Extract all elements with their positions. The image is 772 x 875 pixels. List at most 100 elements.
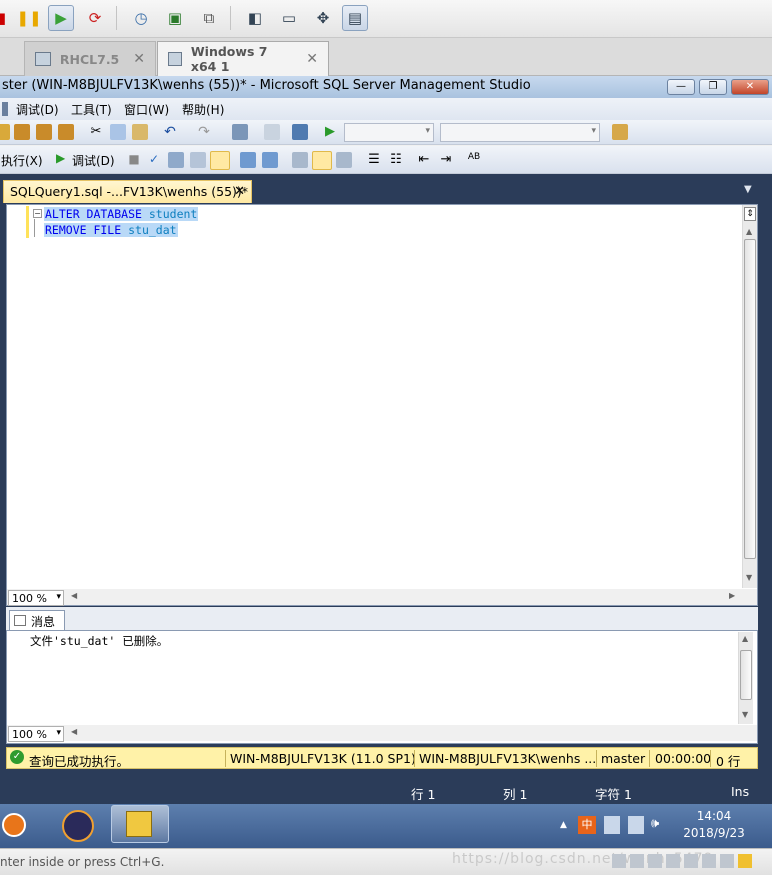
pause-icon[interactable]: ❚❚ xyxy=(16,5,42,31)
collapse-icon[interactable]: − xyxy=(33,209,42,218)
play-icon[interactable]: ▶ xyxy=(48,5,74,31)
scroll-up-icon[interactable]: ▲ xyxy=(742,634,748,643)
editor-vertical-scrollbar[interactable]: ⇕ ▲ ▼ xyxy=(742,205,757,588)
stop-icon[interactable]: ■ xyxy=(126,152,142,168)
thumbnail-icon[interactable]: ▭ xyxy=(276,5,302,31)
network-adapter-icon[interactable] xyxy=(648,854,662,868)
tab-messages[interactable]: 消息 xyxy=(9,610,65,631)
refresh-icon[interactable]: ⟳ xyxy=(82,5,108,31)
message-text: 文件'stu_dat' 已删除。 xyxy=(30,634,169,648)
menu-fragment-icon xyxy=(2,102,8,116)
close-icon[interactable]: ✕ xyxy=(133,51,145,67)
code-line-2[interactable]: REMOVE FILE stu_dat xyxy=(44,223,178,237)
scroll-right-icon[interactable]: ▶ xyxy=(729,591,735,600)
close-icon[interactable]: ✕ xyxy=(234,184,245,199)
snapshot-manager-icon[interactable]: ⧉ xyxy=(196,5,222,31)
xmla-query-icon[interactable] xyxy=(58,124,74,140)
usb-icon[interactable] xyxy=(666,854,680,868)
analysis-query-icon[interactable] xyxy=(36,124,52,140)
include-plan-icon[interactable] xyxy=(292,152,308,168)
editor-horizontal-scrollbar[interactable]: ◀ ▶ xyxy=(7,589,757,605)
power-off-icon[interactable]: ■ xyxy=(0,5,12,31)
copy-icon[interactable] xyxy=(110,124,126,140)
parse-check-icon[interactable]: ✓ xyxy=(146,152,162,168)
code-line-1[interactable]: ALTER DATABASE student xyxy=(44,207,199,221)
sound-icon[interactable] xyxy=(684,854,698,868)
action-center-icon[interactable] xyxy=(604,816,620,834)
menu-debug[interactable]: 调试(D) xyxy=(16,101,59,118)
hdd-icon[interactable] xyxy=(612,854,626,868)
sidebar-toggle-icon[interactable]: ◧ xyxy=(242,5,268,31)
network-icon[interactable] xyxy=(628,816,644,834)
results-to-grid-icon[interactable] xyxy=(210,151,230,170)
activity-monitor-icon[interactable] xyxy=(292,124,308,140)
scroll-thumb[interactable] xyxy=(740,650,752,700)
new-query-icon[interactable] xyxy=(0,124,10,140)
close-button[interactable]: ✕ xyxy=(731,79,769,95)
messages-vertical-scrollbar[interactable]: ▲ ▼ xyxy=(738,632,753,724)
message-icon[interactable] xyxy=(738,854,752,868)
identifier-text: student xyxy=(148,207,198,221)
scroll-down-icon[interactable]: ▼ xyxy=(746,573,752,582)
display-icon[interactable] xyxy=(720,854,734,868)
tab-sqlquery1[interactable]: SQLQuery1.sql -...FV13K\wenhs (55))* ✕ xyxy=(3,180,252,203)
tab-list-dropdown-icon[interactable]: ▼ xyxy=(744,184,752,195)
volume-icon[interactable]: 🕪 xyxy=(651,816,659,831)
cd-icon[interactable] xyxy=(630,854,644,868)
results-to-text-icon[interactable] xyxy=(240,152,256,168)
menu-window[interactable]: 窗口(W) xyxy=(124,101,169,118)
database-engine-query-icon[interactable] xyxy=(14,124,30,140)
undo-icon[interactable]: ↶ xyxy=(162,124,178,140)
platform-combo[interactable] xyxy=(440,123,600,142)
close-icon[interactable]: ✕ xyxy=(306,51,318,67)
client-stats-icon[interactable] xyxy=(336,152,352,168)
tab-rhcl75[interactable]: RHCL7.5 ✕ xyxy=(24,41,156,76)
results-to-file-icon[interactable] xyxy=(262,152,278,168)
fullscreen-icon[interactable]: ▤ xyxy=(342,5,368,31)
specify-values-icon[interactable]: AB xyxy=(466,152,482,168)
scroll-up-icon[interactable]: ▲ xyxy=(746,227,752,236)
execute-button[interactable]: 执行(X) xyxy=(1,152,43,169)
minimize-button[interactable]: — xyxy=(667,79,695,95)
solution-config-combo[interactable] xyxy=(344,123,434,142)
properties-icon[interactable] xyxy=(612,124,628,140)
menu-help[interactable]: 帮助(H) xyxy=(182,101,224,118)
query-options-icon[interactable] xyxy=(190,152,206,168)
scroll-thumb[interactable] xyxy=(744,239,756,559)
menu-tools[interactable]: 工具(T) xyxy=(71,101,112,118)
ime-icon[interactable]: 中 xyxy=(578,816,596,834)
uncomment-icon[interactable]: ☷ xyxy=(388,152,404,168)
printer-icon[interactable] xyxy=(702,854,716,868)
scroll-left-icon[interactable]: ◀ xyxy=(71,591,77,600)
system-clock[interactable]: 14:04 2018/9/23 xyxy=(664,808,764,842)
messages-zoom-combo[interactable]: 100 % xyxy=(8,726,64,742)
maximize-button[interactable]: ❐ xyxy=(699,79,727,95)
fit-window-icon[interactable]: ✥ xyxy=(310,5,336,31)
run-icon[interactable]: ▶ xyxy=(322,124,338,140)
eclipse-icon[interactable] xyxy=(62,810,94,842)
nav-forward-icon[interactable] xyxy=(264,124,280,140)
estimated-plan-icon[interactable] xyxy=(168,152,184,168)
media-player-icon[interactable] xyxy=(2,813,26,837)
snapshot-icon[interactable]: ◷ xyxy=(128,5,154,31)
live-stats-icon[interactable] xyxy=(312,151,332,170)
snapshot-restore-icon[interactable]: ▣ xyxy=(162,5,188,31)
scroll-down-icon[interactable]: ▼ xyxy=(742,710,748,719)
cut-icon[interactable]: ✂ xyxy=(88,124,104,140)
paste-icon[interactable] xyxy=(132,124,148,140)
editor-zoom-combo[interactable]: 100 % xyxy=(8,590,64,606)
increase-indent-icon[interactable]: ⇥ xyxy=(438,152,454,168)
split-icon[interactable]: ⇕ xyxy=(744,207,756,221)
messages-horizontal-scrollbar[interactable]: ◀ xyxy=(7,725,757,741)
comment-icon[interactable]: ☰ xyxy=(366,152,382,168)
server-name: WIN-M8BJULFV13K (11.0 SP1) xyxy=(230,751,416,766)
debug-button[interactable]: 调试(D) xyxy=(72,152,115,169)
scroll-left-icon[interactable]: ◀ xyxy=(71,727,77,736)
redo-icon[interactable]: ↷ xyxy=(196,124,212,140)
taskbar-ssms-button[interactable] xyxy=(111,805,169,843)
tray-expand-icon[interactable]: ▲ xyxy=(560,820,567,830)
tab-windows7[interactable]: Windows 7 x64 1 ✕ xyxy=(157,41,329,76)
decrease-indent-icon[interactable]: ⇤ xyxy=(416,152,432,168)
query-editor[interactable] xyxy=(6,204,758,606)
navigate-icon[interactable] xyxy=(232,124,248,140)
